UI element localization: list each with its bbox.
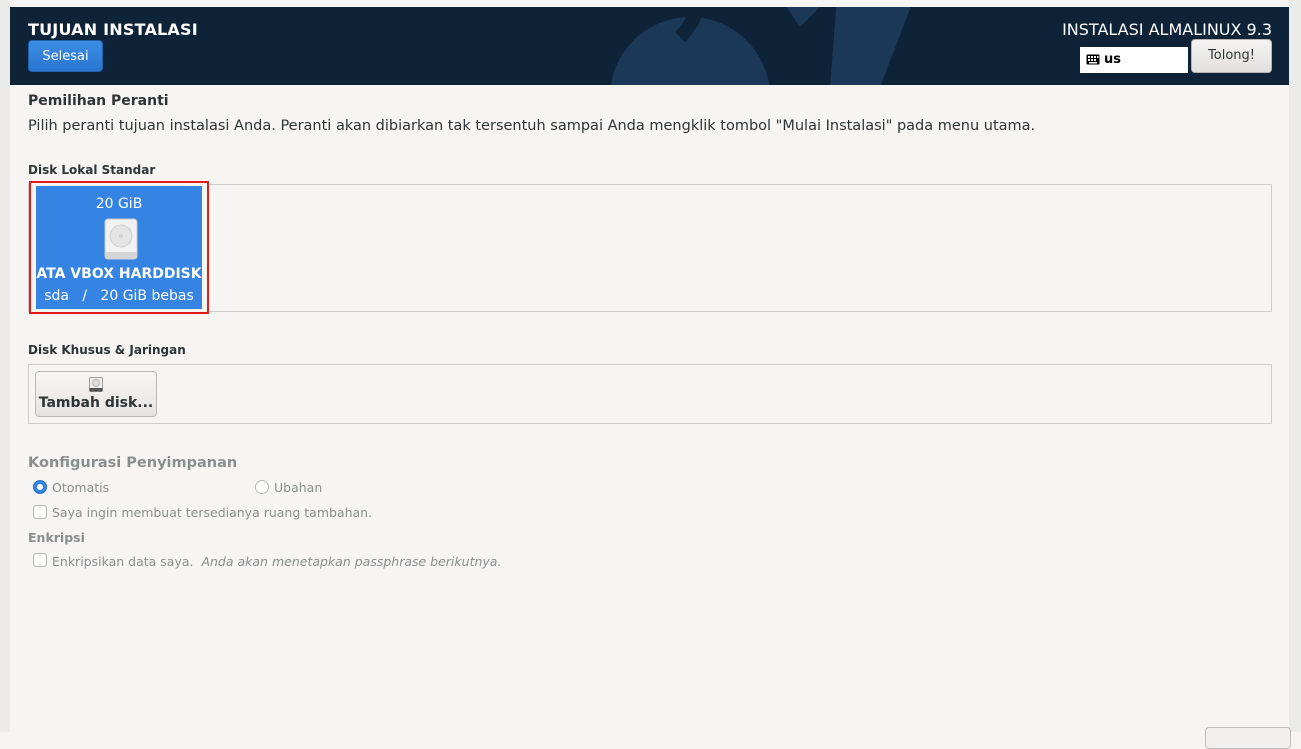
bottom-right-button-partial[interactable]: [1205, 727, 1291, 749]
extra-space-checkbox[interactable]: [33, 505, 47, 519]
almalinux-logo-watermark: [610, 7, 911, 85]
disk-size: 20 GiB: [95, 196, 143, 212]
product-title: INSTALASI ALMALINUX 9.3: [1062, 20, 1272, 39]
page-title: TUJUAN INSTALASI: [28, 20, 198, 39]
header-bar: TUJUAN INSTALASI Selesai INSTALASI ALMAL…: [10, 7, 1289, 85]
keyboard-layout-label: us: [1104, 52, 1121, 67]
help-button[interactable]: Tolong!: [1191, 39, 1272, 73]
radio-automatic[interactable]: [33, 480, 47, 494]
device-selection-heading: Pemilihan Peranti: [28, 93, 169, 109]
encrypt-label: Enkripsikan data saya. Anda akan menetap…: [52, 554, 501, 569]
encrypt-hint: Anda akan menetapkan passphrase berikutn…: [201, 554, 502, 569]
radio-custom[interactable]: [255, 480, 269, 494]
radio-custom-label: Ubahan: [274, 480, 323, 495]
specialized-disks-panel: [28, 364, 1272, 424]
storage-config-heading: Konfigurasi Penyimpanan: [28, 455, 238, 471]
done-button[interactable]: Selesai: [28, 40, 103, 72]
window-left-edge: [0, 0, 10, 732]
disk-name: ATA VBOX HARDDISK: [36, 266, 202, 282]
encrypt-checkbox[interactable]: [33, 553, 47, 567]
window-right-edge: [1289, 0, 1301, 732]
keyboard-layout-indicator[interactable]: us: [1080, 47, 1188, 73]
device-selection-description: Pilih peranti tujuan instalasi Anda. Per…: [28, 118, 1036, 134]
harddisk-icon: [89, 377, 103, 392]
harddisk-icon: [104, 218, 138, 260]
add-disk-label: Tambah disk...: [38, 395, 154, 411]
encrypt-checkbox-label: Enkripsikan data saya.: [52, 554, 194, 569]
local-disks-label: Disk Lokal Standar: [28, 163, 156, 177]
keyboard-icon: [1086, 54, 1100, 65]
extra-space-label: Saya ingin membuat tersedianya ruang tam…: [52, 505, 373, 520]
specialized-disks-label: Disk Khusus & Jaringan: [28, 343, 186, 357]
encryption-heading: Enkripsi: [28, 530, 85, 545]
radio-automatic-label: Otomatis: [52, 480, 110, 495]
add-disk-button[interactable]: Tambah disk...: [35, 371, 157, 417]
disk-card-sda[interactable]: 20 GiB ATA VBOX HARDDISK sda / 20 GiB be…: [29, 181, 209, 314]
disk-card-selected-bg: 20 GiB ATA VBOX HARDDISK sda / 20 GiB be…: [36, 186, 202, 309]
disk-info: sda / 20 GiB bebas: [44, 288, 194, 304]
local-disks-panel: [28, 184, 1272, 312]
